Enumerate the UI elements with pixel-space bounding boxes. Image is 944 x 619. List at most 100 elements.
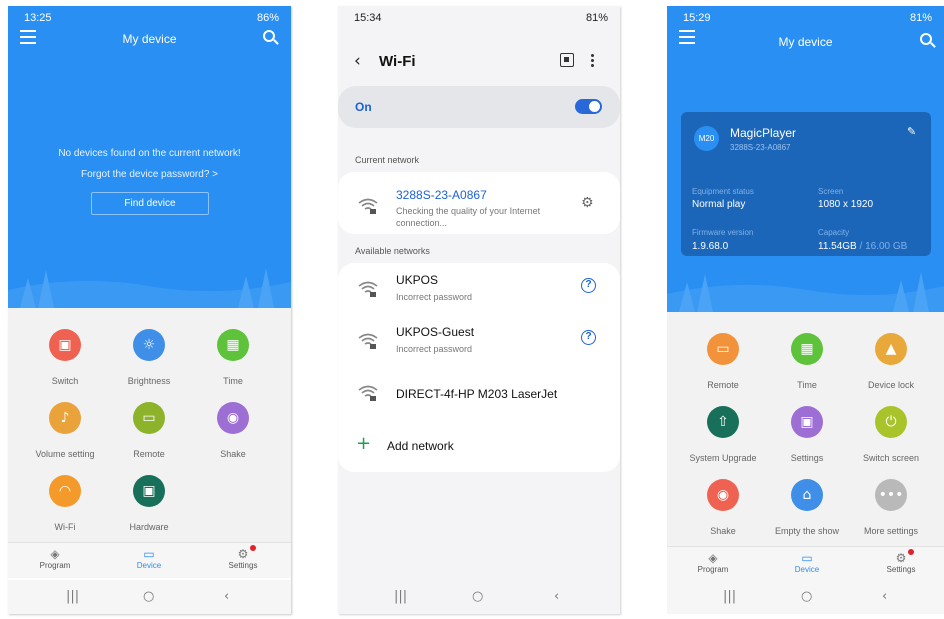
back-icon[interactable]: ‹ — [882, 589, 887, 604]
nav-settings[interactable]: ⚙ Settings — [208, 545, 278, 570]
phone-my-device-connected: 15:29 81% My device M20 MagicPlayer 3288… — [667, 6, 944, 614]
recents-icon[interactable]: ||| — [66, 589, 79, 604]
nav-label: Settings — [886, 565, 916, 574]
grid-label: Volume setting — [35, 449, 95, 459]
status-bar: 15:29 81% — [667, 6, 944, 28]
network-settings-gear-icon[interactable]: ⚙ — [581, 195, 594, 211]
qr-scan-icon[interactable] — [560, 53, 574, 67]
gear-icon: ⚙ — [895, 551, 907, 565]
grid-item-more-settings[interactable]: ••• More settings — [846, 479, 936, 536]
grid-label: Remote — [133, 449, 165, 459]
grid-item-switch-screen[interactable]: ⏻ Switch screen — [846, 406, 936, 463]
upgrade-icon: ⇧ — [707, 406, 739, 438]
available-networks-card: UKPOS Incorrect password ? UKPOS-Guest I… — [338, 263, 620, 472]
home-icon[interactable]: ○ — [143, 589, 154, 604]
plus-icon: + — [356, 433, 372, 454]
add-network-row[interactable]: + Add network — [338, 423, 620, 467]
grid-item-remote[interactable]: ▭ Remote — [678, 333, 768, 390]
grid-label: Remote — [707, 380, 739, 390]
recents-icon[interactable]: ||| — [723, 589, 736, 604]
recents-icon[interactable]: ||| — [394, 589, 407, 604]
status-time: 15:34 — [354, 12, 382, 24]
calendar-icon: ▦ — [217, 329, 249, 361]
network-row[interactable]: UKPOS Incorrect password ? — [338, 263, 620, 315]
wifi-icon: ◠ — [49, 475, 81, 507]
nav-settings[interactable]: ⚙ Settings — [866, 549, 936, 574]
find-device-button[interactable]: Find device — [91, 192, 209, 215]
phone-my-device-empty: 13:25 86% My device No devices found on … — [8, 6, 291, 614]
remote-icon: ▭ — [133, 402, 165, 434]
grid-item-settings[interactable]: ▣ Settings — [762, 406, 852, 463]
edit-pencil-icon[interactable]: ✎ — [907, 125, 916, 138]
grid-item-hardware[interactable]: ▣ Hardware — [104, 475, 194, 532]
nav-device[interactable]: ▭ Device — [772, 551, 842, 574]
status-battery: 81% — [585, 12, 608, 24]
wifi-toggle[interactable] — [575, 99, 602, 114]
wifi-lock-icon — [358, 385, 378, 401]
grid-item-empty-show[interactable]: ⌂ Empty the show — [762, 479, 852, 536]
nav-program[interactable]: ◈ Program — [678, 551, 748, 574]
grid-item-device-lock[interactable]: ▲ Device lock — [846, 333, 936, 390]
wifi-lock-icon — [358, 333, 378, 349]
function-grid: ▭ Remote ▦ Time ▲ Device lock ⇧ System U… — [667, 312, 944, 546]
broom-icon: ⌂ — [791, 479, 823, 511]
layers-icon: ◈ — [708, 551, 718, 565]
system-nav: ||| ○ ‹ — [8, 580, 291, 614]
monitor-icon: ▭ — [143, 547, 155, 561]
grid-label: Device lock — [867, 380, 914, 390]
network-row[interactable]: DIRECT-4f-HP M203 LaserJet — [338, 367, 620, 419]
grid-item-shake[interactable]: ◉ Shake — [188, 402, 278, 459]
power-icon: ⏻ — [875, 406, 907, 438]
network-name: DIRECT-4f-HP M203 LaserJet — [396, 387, 558, 401]
grid-item-time[interactable]: ▦ Time — [762, 333, 852, 390]
device-info-card[interactable]: M20 MagicPlayer 3288S-23-A0867 ✎ Equipme… — [681, 112, 931, 256]
nav-device[interactable]: ▭ Device — [114, 547, 184, 570]
grid-item-switch[interactable]: ▣ Switch — [20, 329, 110, 386]
grid-item-system-upgrade[interactable]: ⇧ System Upgrade — [678, 406, 768, 463]
status-bar: 15:34 81% — [338, 6, 620, 28]
search-icon[interactable] — [920, 33, 936, 49]
network-row[interactable]: UKPOS-Guest Incorrect password ? — [338, 315, 620, 367]
back-icon[interactable]: ‹ — [554, 589, 559, 604]
grid-label: System Upgrade — [689, 453, 757, 463]
grid-item-volume[interactable]: ♪ Volume setting — [20, 402, 110, 459]
device-name: MagicPlayer — [730, 126, 797, 140]
grid-item-shake[interactable]: ◉ Shake — [678, 479, 768, 536]
wifi-lock-icon — [358, 198, 378, 214]
current-network-card[interactable]: 3288S-23-A0867 Checking the quality of y… — [338, 172, 620, 234]
brightness-icon: ☼ — [133, 329, 165, 361]
status-battery: 86% — [256, 12, 279, 24]
current-network-name: 3288S-23-A0867 — [396, 188, 487, 202]
grid-item-remote[interactable]: ▭ Remote — [104, 402, 194, 459]
forgot-password-link[interactable]: Forgot the device password? > — [8, 169, 291, 180]
lock-icon: ▲ — [875, 333, 907, 365]
network-status: Incorrect password — [396, 344, 473, 354]
bottom-nav: ◈ Program ▭ Device ⚙ Settings — [8, 542, 291, 578]
home-icon[interactable]: ○ — [801, 589, 812, 604]
nav-program[interactable]: ◈ Program — [20, 547, 90, 570]
available-networks-header: Available networks — [355, 246, 430, 256]
notification-dot — [250, 545, 256, 551]
grid-item-brightness[interactable]: ☼ Brightness — [104, 329, 194, 386]
screen-value: 1080 x 1920 — [818, 199, 874, 210]
grid-label: Switch screen — [862, 453, 920, 463]
page-title: My device — [778, 35, 833, 49]
help-icon[interactable]: ? — [581, 278, 596, 293]
grid-item-time[interactable]: ▦ Time — [188, 329, 278, 386]
wifi-lock-icon — [358, 281, 378, 297]
nav-label: Device — [136, 561, 162, 570]
grid-item-wifi[interactable]: ◠ Wi-Fi — [20, 475, 110, 532]
help-icon[interactable]: ? — [581, 330, 596, 345]
toggle-label: On — [355, 100, 372, 114]
more-options-icon[interactable] — [591, 54, 594, 69]
firmware-label: Firmware version — [692, 228, 754, 237]
current-network-status-2: connection... — [396, 218, 448, 228]
wifi-toggle-row[interactable]: On — [338, 86, 620, 128]
home-icon[interactable]: ○ — [472, 589, 483, 604]
back-icon[interactable]: ‹ — [224, 589, 229, 604]
page-title: Wi-Fi — [379, 53, 416, 70]
notification-dot — [908, 549, 914, 555]
remote-icon: ▭ — [707, 333, 739, 365]
search-icon[interactable] — [263, 30, 279, 46]
back-arrow-icon[interactable]: ‹ — [354, 51, 361, 71]
